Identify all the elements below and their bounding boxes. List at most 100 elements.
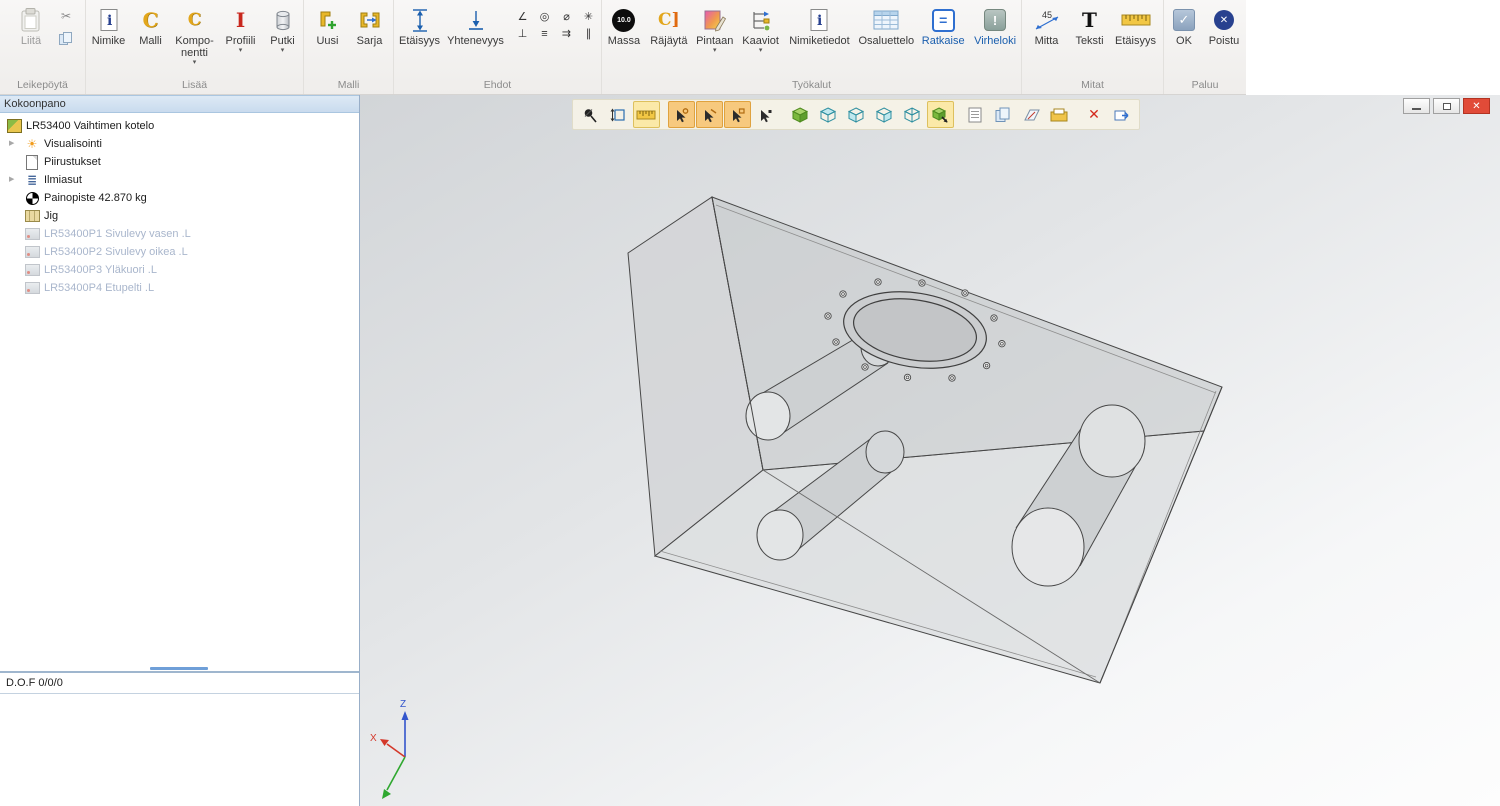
measure-icon[interactable] [633, 101, 660, 128]
pin-icon[interactable] [577, 101, 604, 128]
highlight-solid-icon[interactable] [927, 101, 954, 128]
item-data-label: Nimiketiedot [789, 35, 850, 47]
minimize-button[interactable] [1403, 98, 1430, 114]
sketch-plane-icon[interactable] [1018, 101, 1045, 128]
model-button[interactable]: C Malli [131, 4, 171, 47]
solid-select-icon[interactable] [787, 101, 814, 128]
tree-row-part-p4[interactable]: LR53400P4 Etupelti .L [0, 279, 359, 297]
component-button[interactable]: C Kompo-nentti ▾ [171, 4, 219, 66]
paste-button[interactable]: Liitä [9, 4, 53, 47]
profile-label: Profiili [226, 35, 256, 47]
ok-label: OK [1176, 35, 1192, 47]
dropdown-caret-icon[interactable]: ▾ [239, 47, 243, 54]
error-log-label: Virheloki [974, 35, 1016, 47]
tangent-constraint-button[interactable]: ⌀ [556, 9, 578, 24]
clipboard-small-buttons: ✂ [56, 4, 76, 48]
expand-arrow-icon[interactable]: ▶ [9, 176, 14, 183]
ok-button[interactable]: ✓ OK [1165, 4, 1203, 47]
solve-button[interactable]: = Ratkaise [917, 4, 969, 47]
distance-constraint-icon [410, 5, 430, 35]
copy-button[interactable] [56, 30, 76, 48]
orientation-triad: Z X [370, 699, 409, 799]
face-select-icon[interactable] [815, 101, 842, 128]
error-log-button[interactable]: ! Virheloki [969, 4, 1021, 47]
select-cursor-icon[interactable] [752, 101, 779, 128]
dimension-label: Mitta [1035, 35, 1059, 47]
body-select-icon[interactable] [871, 101, 898, 128]
perpendicular-constraint-button[interactable]: ⊥ [512, 26, 534, 41]
tree-row-center-of-gravity[interactable]: Painopiste 42.870 kg [0, 189, 359, 207]
zoom-extents-icon[interactable] [605, 101, 632, 128]
application-window: Liitä ✂ Leikepöytä i [0, 0, 1500, 806]
snap-face-icon[interactable] [724, 101, 751, 128]
dimension-button[interactable]: 45 Mitta [1025, 4, 1069, 47]
ok-check-icon: ✓ [1173, 9, 1195, 31]
angle-constraint-button[interactable]: ∠ [512, 9, 534, 24]
series-button[interactable]: Sarja [349, 4, 391, 47]
pipe-icon [274, 5, 292, 35]
part-icon [24, 281, 40, 296]
tree-row-part-p3[interactable]: LR53400P3 Yläkuori .L [0, 261, 359, 279]
delete-icon[interactable]: ✕ [1081, 101, 1108, 128]
solve-icon: = [932, 9, 955, 32]
snap-point-icon[interactable] [668, 101, 695, 128]
notes-icon[interactable] [962, 101, 989, 128]
to-surface-button[interactable]: Pintaan ▾ [692, 4, 738, 54]
copy-view-icon[interactable] [990, 101, 1017, 128]
drawings-icon [24, 155, 40, 170]
tree-label: Ilmiasut [44, 174, 82, 186]
mass-button[interactable]: 10.0 Massa [602, 4, 646, 47]
ribbon-group-dimensions: 45 Mitta T Teksti Etäisyys [1022, 0, 1164, 94]
dropdown-caret-icon[interactable]: ▾ [759, 47, 763, 54]
distance-constraint-button[interactable]: Etäisyys [396, 4, 444, 47]
snap-line-icon[interactable] [696, 101, 723, 128]
tree-row-part-p2[interactable]: LR53400P2 Sivulevy oikea .L [0, 243, 359, 261]
dropdown-caret-icon[interactable]: ▾ [713, 47, 717, 54]
parts-list-button[interactable]: Osaluettelo [855, 4, 917, 47]
exit-button[interactable]: ✕ Poistu [1203, 4, 1245, 47]
tree-row-representations[interactable]: ▶ ≣ Ilmiasut [0, 171, 359, 189]
explode-button[interactable]: C] Räjäytä [646, 4, 692, 47]
item-button[interactable]: i Nimike [87, 4, 131, 47]
profile-button[interactable]: I Profiili ▾ [219, 4, 263, 54]
item-data-button[interactable]: i Nimiketiedot [784, 4, 856, 47]
wireframe-select-icon[interactable] [899, 101, 926, 128]
coincident-constraint-button[interactable]: ≡ [534, 26, 556, 41]
to-surface-label: Pintaan [696, 35, 733, 47]
dof-status: D.O.F 0/0/0 [0, 673, 359, 694]
measure-distance-button[interactable]: Etäisyys [1111, 4, 1161, 47]
tree-row-part-p1[interactable]: LR53400P1 Sivulevy vasen .L [0, 225, 359, 243]
expand-arrow-icon[interactable]: ▶ [9, 140, 14, 147]
distance-constraint-label: Etäisyys [399, 35, 440, 47]
coincidence-button[interactable]: Yhtenevyys [444, 4, 508, 47]
schematics-button[interactable]: Kaaviot ▾ [738, 4, 784, 54]
dropdown-caret-icon[interactable]: ▾ [193, 59, 197, 66]
dimension-value: 45 [1042, 10, 1052, 20]
profile-icon: I [236, 8, 245, 32]
tree-row-visualization[interactable]: ▶ ☀ Visualisointi [0, 135, 359, 153]
drawing-sheet-icon[interactable] [1046, 101, 1073, 128]
symmetric-constraint-button[interactable]: ⇉ [556, 26, 578, 41]
tree-row-jig[interactable]: Jig [0, 207, 359, 225]
parallel-constraint-button[interactable]: ∥ [578, 26, 600, 41]
restore-button[interactable] [1433, 98, 1460, 114]
new-button[interactable]: Uusi [307, 4, 349, 47]
assembly-panel: Kokoonpano LR53400 Vaihtimen kotelo ▶ ☀ … [0, 95, 360, 806]
3d-model-canvas[interactable]: Z X [360, 95, 1500, 806]
item-info-icon: i [99, 5, 119, 35]
dropdown-caret-icon[interactable]: ▾ [281, 47, 285, 54]
viewport[interactable]: ✕ ✕ [360, 95, 1500, 806]
concentric-constraint-button[interactable]: ◎ [534, 9, 556, 24]
export-view-icon[interactable] [1109, 101, 1136, 128]
horizontal-scrollbar-thumb[interactable] [150, 667, 208, 670]
close-button[interactable]: ✕ [1463, 98, 1490, 114]
ribbon-group-tools: 10.0 Massa C] Räjäytä Pintaan ▾ [602, 0, 1022, 94]
cut-button[interactable]: ✂ [56, 7, 76, 25]
model-label: Malli [139, 35, 162, 47]
edge-select-icon[interactable] [843, 101, 870, 128]
text-button[interactable]: T Teksti [1069, 4, 1111, 47]
tree-row-assembly-root[interactable]: LR53400 Vaihtimen kotelo [0, 117, 359, 135]
intersect-constraint-button[interactable]: ✳ [578, 9, 600, 24]
pipe-button[interactable]: Putki ▾ [263, 4, 303, 54]
tree-row-drawings[interactable]: Piirustukset [0, 153, 359, 171]
